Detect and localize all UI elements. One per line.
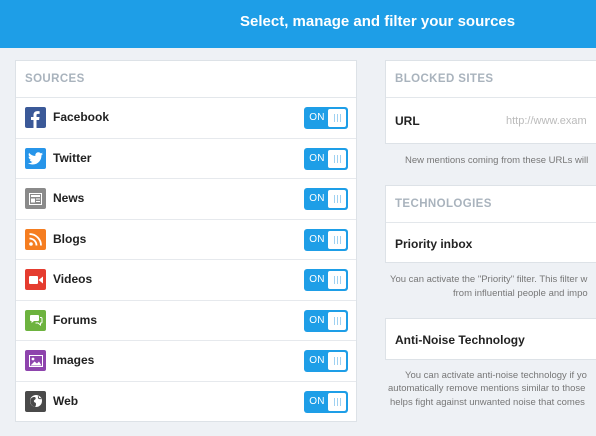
priority-inbox-row[interactable]: Priority inbox — [386, 223, 596, 263]
source-label: Twitter — [53, 150, 92, 165]
page-title: Select, manage and filter your sources — [240, 13, 516, 30]
toggle-knob — [328, 149, 346, 168]
toggle-state-text: ON — [309, 395, 325, 407]
sources-heading: SOURCES — [16, 61, 356, 98]
source-label: Facebook — [53, 110, 110, 124]
source-label: News — [53, 191, 85, 205]
toggle-knob — [328, 352, 346, 370]
source-label: Images — [53, 353, 95, 367]
blocked-sites-heading: BLOCKED SITES — [386, 61, 596, 98]
priority-note-line-2: from influential people and impo — [453, 288, 588, 299]
blogs-icon — [25, 228, 46, 250]
anti-noise-panel[interactable]: Anti-Noise Technology — [385, 318, 596, 360]
anti-noise-label: Anti-Noise Technology — [395, 333, 525, 347]
anti-noise-note-line-3: helps fight against unwanted noise that … — [390, 397, 585, 408]
facebook-icon — [25, 107, 46, 128]
toggle-knob — [328, 190, 346, 208]
url-label: URL — [395, 114, 420, 128]
source-label: Blogs — [53, 231, 87, 246]
twitter-toggle[interactable]: ON — [304, 147, 348, 170]
source-row-images: Images ON — [16, 341, 356, 382]
source-row-web: Web ON — [16, 382, 356, 423]
toggle-state-text: ON — [309, 355, 325, 366]
source-row-forums: Forums ON — [16, 301, 356, 341]
source-row-facebook: Facebook ON — [16, 98, 356, 139]
technologies-panel: TECHNOLOGIES Priority inbox — [385, 185, 596, 263]
web-icon — [25, 390, 46, 412]
toggle-knob — [328, 230, 346, 249]
toggle-state-text: ON — [309, 152, 325, 164]
toggle-state-text: ON — [309, 274, 325, 285]
url-input[interactable] — [506, 112, 596, 130]
source-row-blogs: Blogs ON — [16, 220, 356, 260]
priority-note-line-1: You can activate the "Priority" filter. … — [390, 274, 588, 285]
forums-toggle[interactable]: ON — [304, 309, 348, 332]
forums-icon — [25, 309, 46, 331]
blogs-toggle[interactable]: ON — [304, 228, 348, 251]
images-icon — [25, 350, 46, 371]
toggle-knob — [328, 311, 346, 330]
source-row-news: News ON — [16, 179, 356, 220]
url-row: URL — [386, 98, 596, 144]
web-toggle[interactable]: ON — [304, 390, 348, 413]
source-label: Videos — [53, 272, 93, 286]
anti-noise-note-line-1: You can activate anti-noise technology i… — [405, 370, 587, 381]
toggle-knob — [328, 271, 346, 289]
toggle-state-text: ON — [309, 233, 325, 245]
source-label: Forums — [53, 312, 98, 327]
header-banner: Select, manage and filter your sources — [0, 0, 596, 48]
anti-noise-note-line-2: automatically remove mentions similar to… — [388, 383, 586, 394]
twitter-icon — [25, 147, 46, 169]
blocked-sites-note: New mentions coming from these URLs will — [405, 155, 589, 166]
videos-toggle[interactable]: ON — [304, 269, 348, 291]
toggle-state-text: ON — [309, 314, 325, 326]
sources-panel: SOURCES Facebook ON Twitter ON News ON B… — [15, 60, 357, 422]
news-toggle[interactable]: ON — [304, 188, 348, 210]
toggle-state-text: ON — [309, 193, 325, 204]
facebook-toggle[interactable]: ON — [304, 107, 348, 129]
blocked-sites-panel: BLOCKED SITES URL — [385, 60, 596, 144]
news-icon — [25, 188, 46, 209]
images-toggle[interactable]: ON — [304, 350, 348, 372]
source-row-videos: Videos ON — [16, 260, 356, 301]
source-label: Web — [53, 393, 79, 408]
toggle-knob — [328, 109, 346, 127]
videos-icon — [25, 269, 46, 290]
source-row-twitter: Twitter ON — [16, 139, 356, 179]
toggle-knob — [328, 392, 346, 411]
technologies-heading: TECHNOLOGIES — [386, 186, 596, 223]
toggle-state-text: ON — [309, 112, 325, 123]
priority-inbox-label: Priority inbox — [395, 237, 473, 251]
